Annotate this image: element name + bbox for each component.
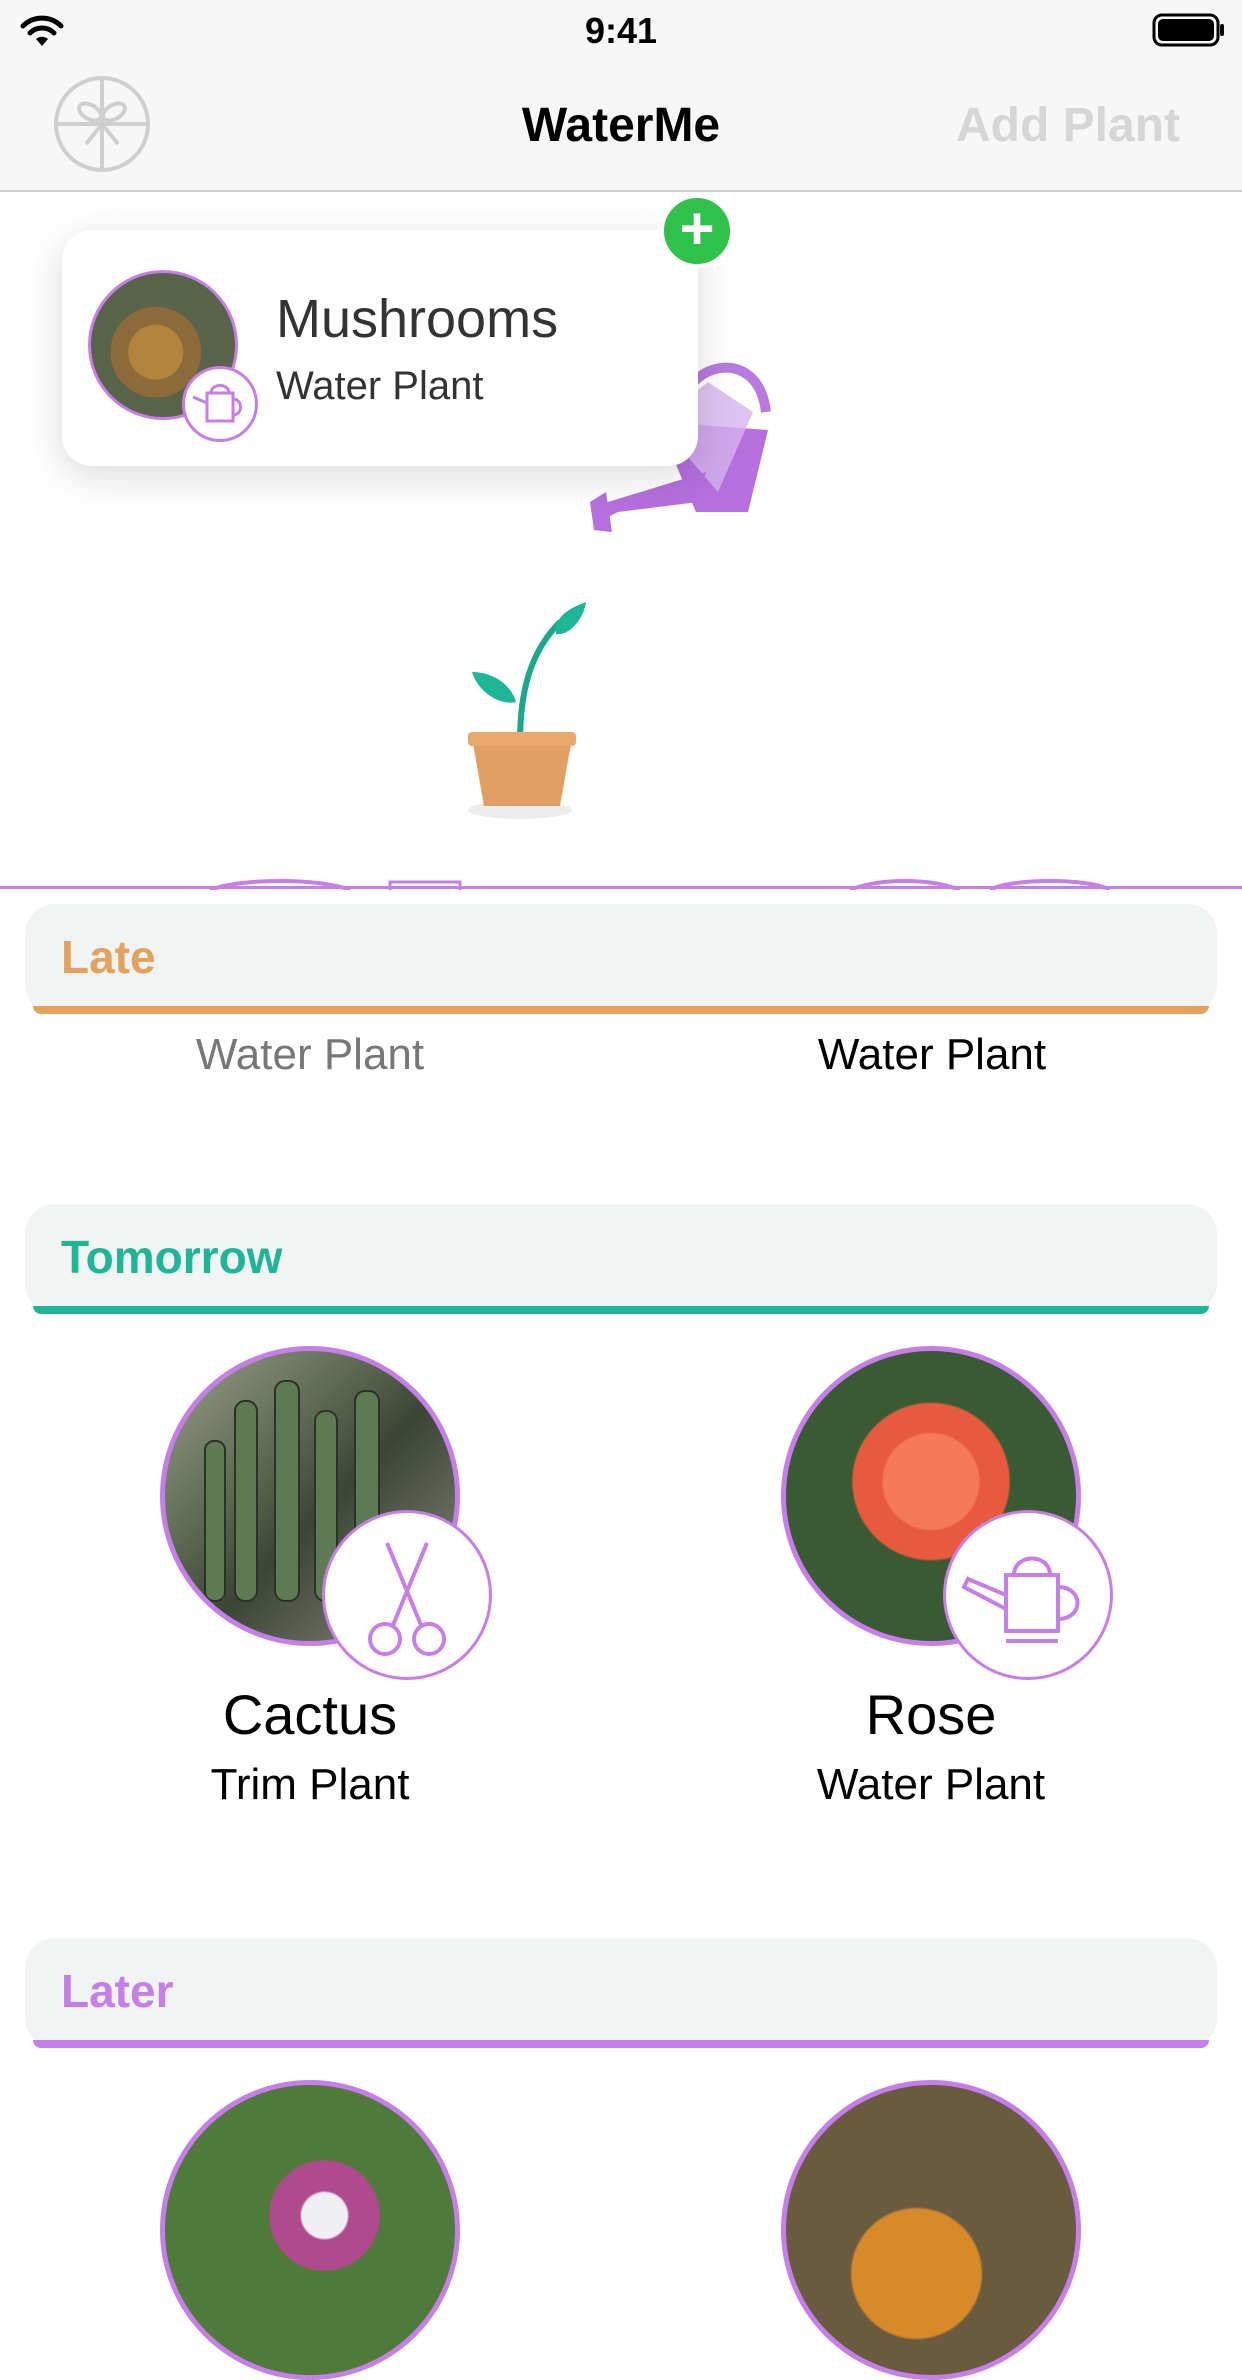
section-underline <box>33 1006 1209 1014</box>
petunia-photo[interactable] <box>160 2080 460 2380</box>
section-header-later: Later <box>25 1938 1217 2048</box>
section-title: Tomorrow <box>61 1231 283 1283</box>
reminder-item-cactus[interactable]: Cactus Trim Plant <box>0 1346 621 1816</box>
card-plant-action: Water Plant <box>276 364 484 408</box>
section-title: Late <box>61 931 156 983</box>
plant-name: Rose <box>865 1683 997 1746</box>
status-bar: 9:41 <box>0 0 1242 62</box>
reminder-item-rose[interactable]: Rose Water Plant <box>621 1346 1242 1816</box>
plant-name: Cactus <box>222 1683 398 1746</box>
item-action: Water Plant <box>195 1030 425 1079</box>
watering-can-icon <box>961 1556 1080 1643</box>
battery-icon <box>1152 13 1224 47</box>
section-underline <box>33 2040 1209 2048</box>
plant-photo[interactable] <box>781 2080 1081 2380</box>
drop-zone-border <box>0 886 1242 889</box>
section-title: Later <box>61 1965 174 2017</box>
dragging-reminder-card[interactable]: Mushrooms Water Plant <box>62 230 698 466</box>
plant-action: Trim Plant <box>210 1760 410 1809</box>
scissors-icon <box>368 1542 446 1656</box>
badge <box>943 1510 1113 1680</box>
plant-action: Water Plant <box>816 1760 1046 1809</box>
section-underline <box>33 1306 1209 1314</box>
plus-icon: + <box>660 194 734 268</box>
card-badge <box>182 366 258 442</box>
add-plant-button[interactable]: Add Plant <box>956 98 1180 153</box>
section-header-tomorrow: Tomorrow <box>25 1204 1217 1314</box>
card-plant-name: Mushrooms <box>276 289 559 349</box>
item-action: Water Plant <box>817 1030 1047 1079</box>
status-time: 9:41 <box>584 10 658 51</box>
navigation-bar: WaterMe Add Plant <box>0 62 1242 192</box>
watering-can-icon <box>192 384 242 423</box>
section-header-late: Late <box>25 904 1217 1014</box>
plant-pot-icon <box>468 602 586 819</box>
badge <box>322 1510 492 1680</box>
